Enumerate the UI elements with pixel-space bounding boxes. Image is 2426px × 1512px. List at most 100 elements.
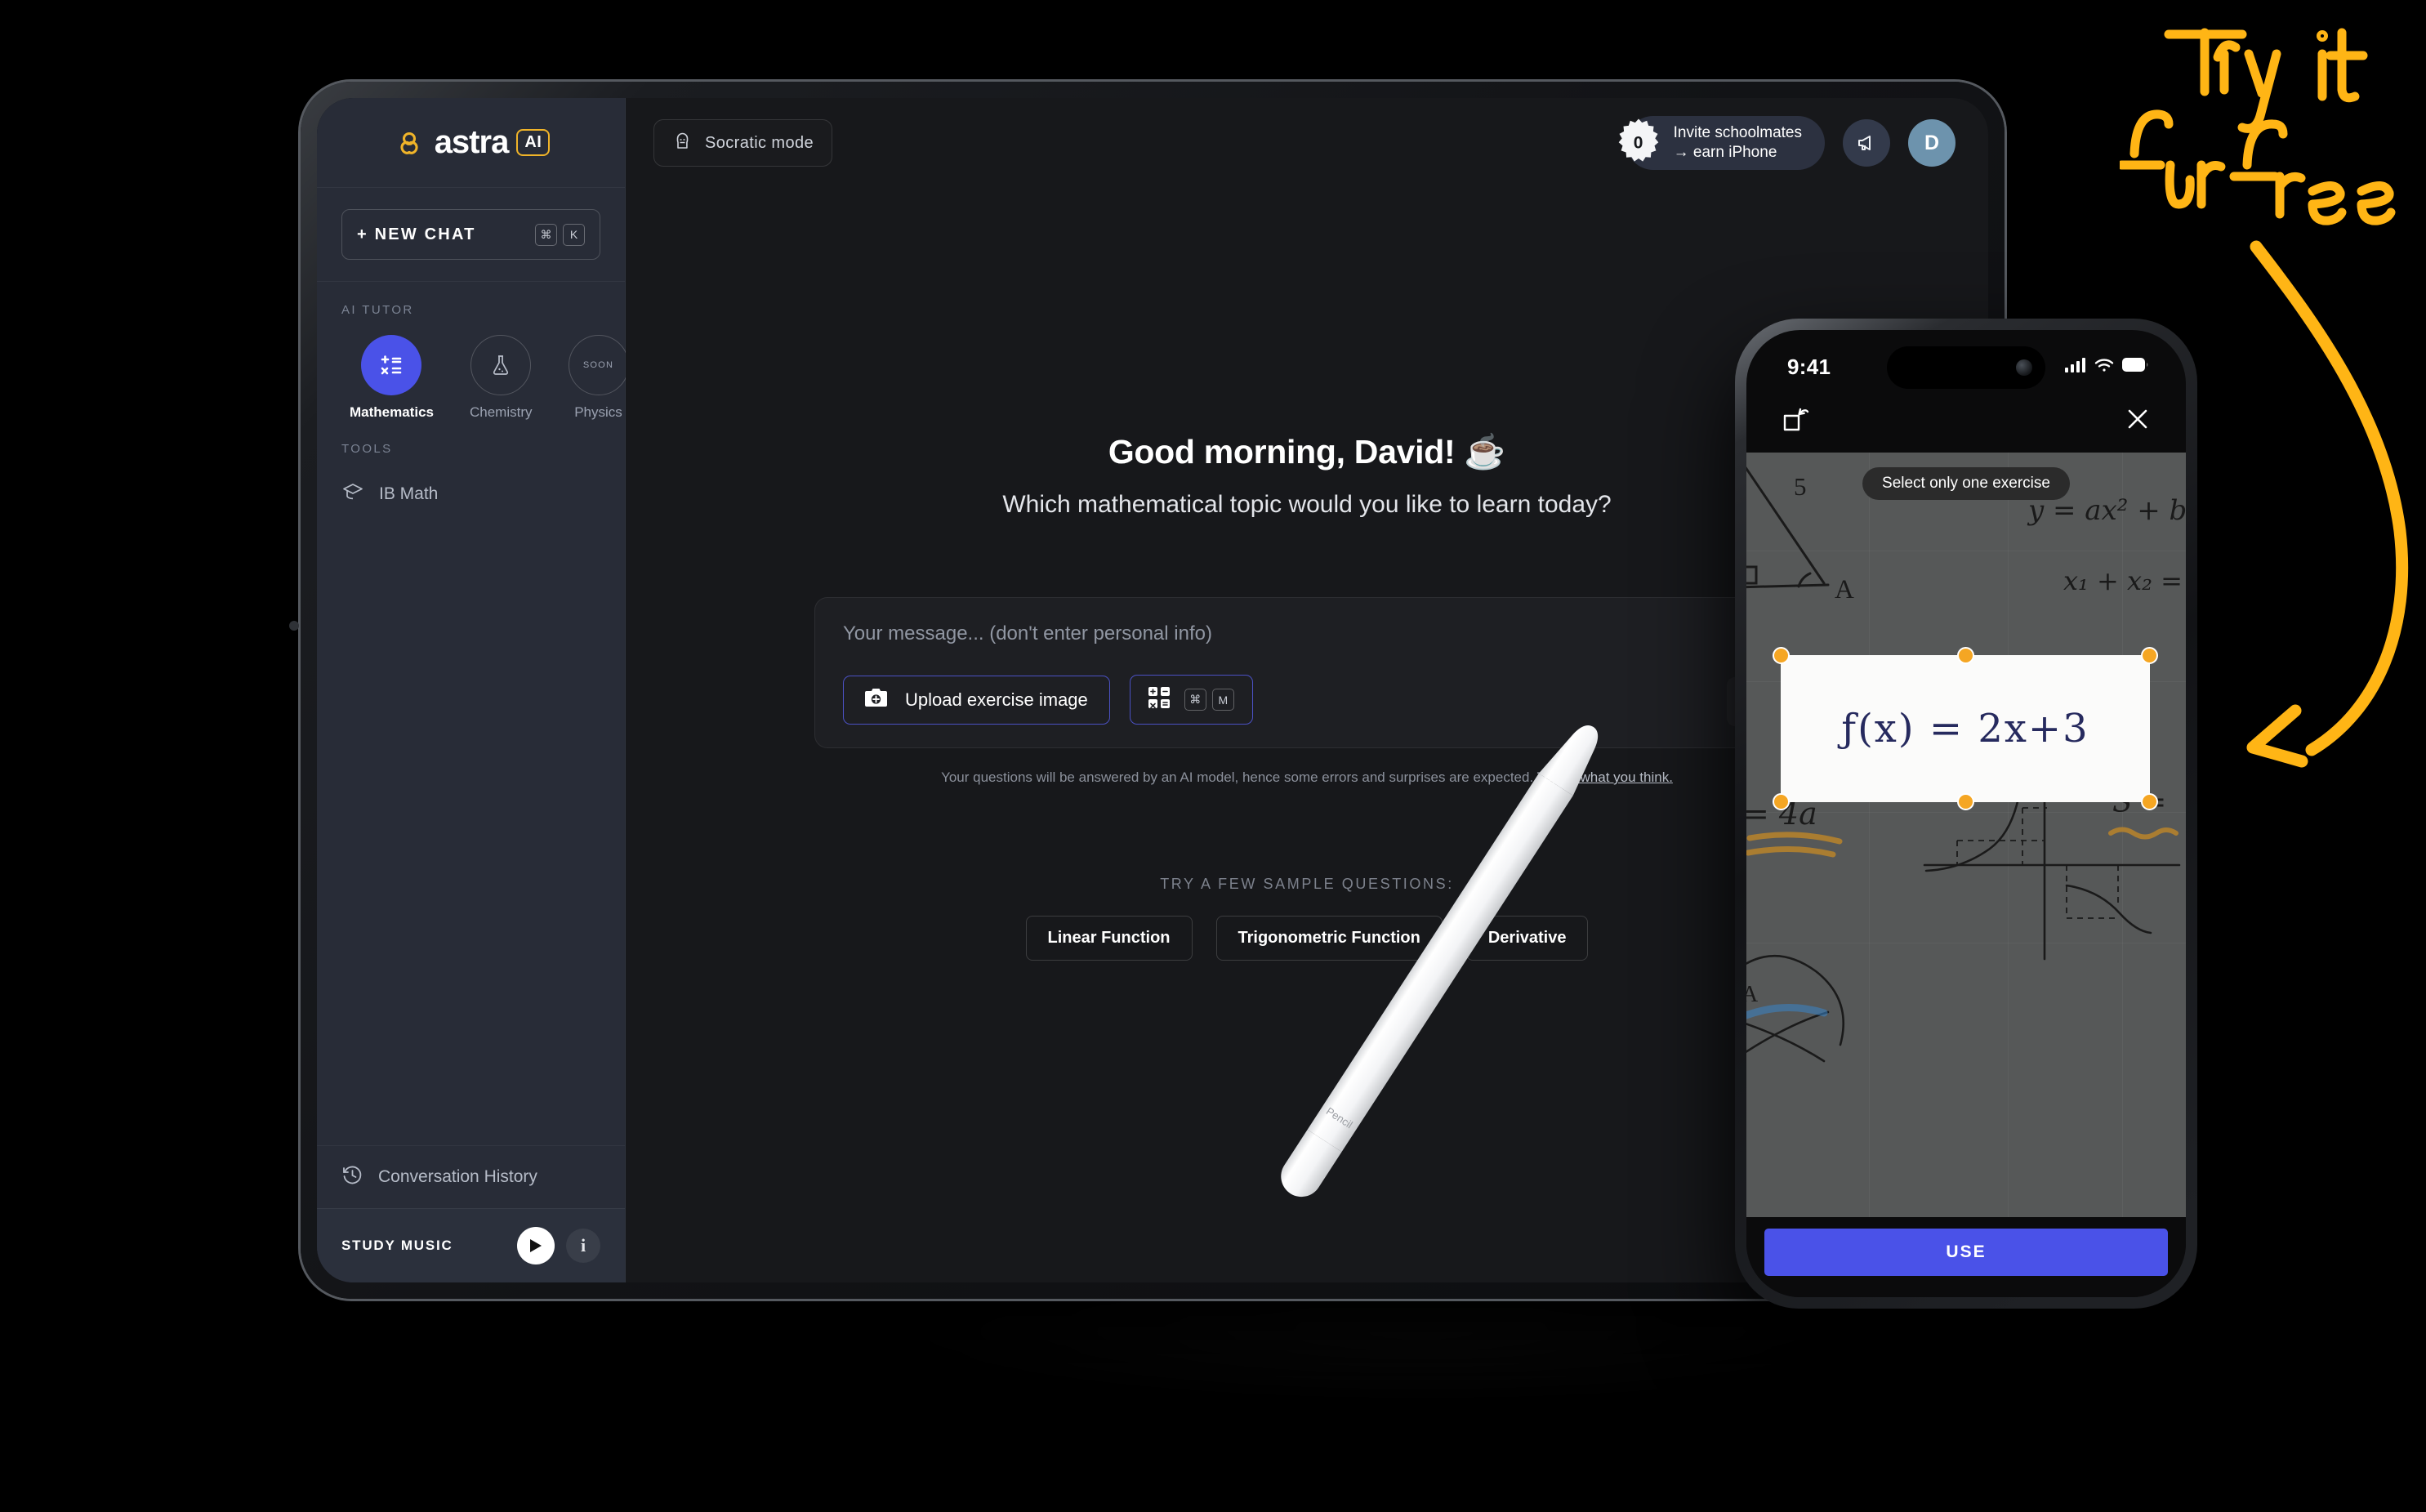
selected-formula-text: ƒ(x) = 2x+3 [1841, 706, 2089, 752]
page-title: Good morning, David! ☕ [1108, 433, 1506, 471]
wifi-icon [2094, 358, 2114, 377]
battery-icon [2122, 358, 2148, 376]
new-chat-wrapper: + NEW CHAT ⌘ K [317, 188, 625, 282]
invite-schoolmates-button[interactable]: 0 Invite schoolmates → earn iPhone [1618, 115, 1825, 171]
crop-handle-top-right[interactable] [2141, 647, 2158, 664]
socratic-mode-button[interactable]: Socratic mode [653, 119, 833, 167]
tools-section-label: TOOLS [341, 442, 393, 456]
sample-chip-derivative[interactable]: Derivative [1465, 916, 1589, 961]
curved-arrow-icon [2246, 240, 2409, 768]
graduation-cap-icon [341, 480, 364, 507]
phone-device: 9:41 5 A y = ax² + b x₁ + x₂ = = 4a S = … [1735, 319, 2197, 1309]
crop-selection-box[interactable]: ƒ(x) = 2x+3 [1773, 647, 2158, 810]
new-chat-label: + NEW CHAT [357, 225, 476, 243]
math-grid-icon [1148, 687, 1170, 712]
upload-exercise-image-button[interactable]: Upload exercise image [843, 675, 1110, 725]
svg-text:A: A [1835, 575, 1854, 604]
crop-handle-bottom-center[interactable] [1957, 793, 1974, 810]
sidebar-item-mathematics[interactable]: Mathematics [350, 335, 434, 421]
logo-ai-badge: AI [516, 129, 551, 156]
conversation-history-button[interactable]: Conversation History [317, 1145, 625, 1208]
tool-label-ib-math: IB Math [379, 484, 439, 503]
handwritten-cta-try-it-for-free [2120, 28, 2396, 225]
avatar[interactable]: D [1908, 119, 1956, 167]
reward-starburst-badge: 0 [1615, 118, 1662, 169]
top-bar-right: 0 Invite schoolmates → earn iPhone D [1618, 115, 1956, 171]
ai-disclaimer: Your questions will be answered by an AI… [941, 769, 1673, 786]
socratic-mode-label: Socratic mode [705, 133, 814, 152]
feedback-link[interactable]: Tell us what you think. [1537, 769, 1673, 785]
status-time: 9:41 [1787, 354, 1831, 379]
tutor-label-physics: Physics [574, 404, 622, 420]
crop-handle-top-left[interactable] [1773, 647, 1790, 664]
sample-chip-trigonometric-function[interactable]: Trigonometric Function [1215, 916, 1443, 961]
use-button-container: USE [1746, 1217, 2186, 1297]
app-logo: astra AI [317, 98, 625, 188]
phone-status-bar: 9:41 [1746, 330, 2186, 389]
exercise-photo-canvas[interactable]: 5 A y = ax² + b x₁ + x₂ = = 4a y [1746, 453, 2186, 1217]
history-clock-icon [341, 1164, 363, 1190]
message-composer[interactable]: Your message... (don't enter personal in… [814, 597, 1799, 748]
status-icons [2065, 357, 2148, 377]
sample-questions-row: Linear Function Trigonometric Function D… [1025, 916, 1589, 961]
logo-wordmark: astra [434, 124, 510, 160]
camera-plus-icon [865, 688, 887, 712]
kbd-k: K [563, 223, 585, 246]
megaphone-icon[interactable] [1843, 119, 1890, 167]
close-x-icon[interactable] [2125, 407, 2150, 435]
composer-actions: Upload exercise image ⌘ M [843, 675, 1771, 725]
soon-label: SOON [582, 360, 614, 370]
invite-count: 0 [1633, 133, 1643, 152]
tutor-list: Mathematics Chemistry SOON Physics [317, 317, 629, 421]
front-camera-icon [2016, 359, 2032, 376]
tutor-label-mathematics: Mathematics [350, 404, 434, 420]
socratic-bust-icon [672, 131, 693, 155]
sidebar-item-physics[interactable]: SOON Physics [568, 335, 629, 421]
top-bar: Socratic mode 0 Invite schoolmates → ear… [626, 98, 1988, 188]
sample-chip-linear-function[interactable]: Linear Function [1025, 916, 1193, 961]
kbd-m: M [1211, 689, 1234, 711]
ai-tutor-section-label: AI TUTOR [341, 303, 414, 317]
tools-list: IB Math [317, 456, 625, 519]
invite-line2: → earn iPhone [1673, 144, 1777, 161]
svg-text:5: 5 [1794, 472, 1807, 501]
tutor-label-chemistry: Chemistry [469, 404, 533, 420]
sidebar-item-ib-math[interactable]: IB Math [341, 469, 600, 519]
invite-text: Invite schoolmates → earn iPhone [1674, 123, 1802, 163]
math-mode-button[interactable]: ⌘ M [1129, 675, 1253, 725]
sidebar: astra AI + NEW CHAT ⌘ K AI TUTOR Mathema… [317, 98, 629, 1282]
crop-handle-top-center[interactable] [1957, 647, 1974, 664]
dynamic-island [1887, 346, 2045, 389]
new-chat-button[interactable]: + NEW CHAT ⌘ K [341, 209, 600, 260]
screenshot-root: astra AI + NEW CHAT ⌘ K AI TUTOR Mathema… [0, 0, 2426, 1512]
math-operators-icon [361, 335, 422, 395]
kbd-cmd: ⌘ [535, 223, 557, 246]
crop-handle-bottom-left[interactable] [1773, 793, 1790, 810]
upload-exercise-image-label: Upload exercise image [905, 689, 1088, 710]
svg-text:x₁ + x₂ =: x₁ + x₂ = [2063, 565, 2183, 596]
svg-text:A: A [1746, 982, 1759, 1007]
disclaimer-text: Your questions will be answered by an AI… [941, 769, 1534, 785]
study-music-controls: i [517, 1227, 600, 1264]
flask-icon [470, 335, 532, 395]
phone-screen: 9:41 5 A y = ax² + b x₁ + x₂ = = 4a S = … [1746, 330, 2186, 1297]
rotate-crop-icon[interactable] [1782, 406, 1810, 436]
crop-handle-bottom-right[interactable] [2141, 793, 2158, 810]
info-icon[interactable]: i [566, 1229, 600, 1263]
samples-section-label: TRY A FEW SAMPLE QUESTIONS: [1160, 876, 1454, 892]
tooltip-select-one-exercise: Select only one exercise [1862, 467, 2070, 500]
cellular-bars-icon [2065, 357, 2086, 377]
astra-trefoil-logo-icon [392, 126, 426, 160]
use-button[interactable]: USE [1764, 1229, 2168, 1276]
sidebar-item-chemistry[interactable]: Chemistry [470, 335, 533, 421]
kbd-cmd-math: ⌘ [1184, 689, 1206, 711]
page-subtitle: Which mathematical topic would you like … [1002, 491, 1612, 518]
phone-nav-bar [1746, 389, 2186, 453]
new-chat-shortcut: ⌘ K [535, 223, 585, 246]
math-mode-shortcut: ⌘ M [1184, 689, 1234, 711]
physics-soon-badge: SOON [568, 335, 629, 395]
message-input[interactable]: Your message... (don't enter personal in… [843, 622, 1771, 645]
study-music-bar: STUDY MUSIC i [317, 1208, 625, 1282]
play-icon[interactable] [517, 1227, 555, 1264]
